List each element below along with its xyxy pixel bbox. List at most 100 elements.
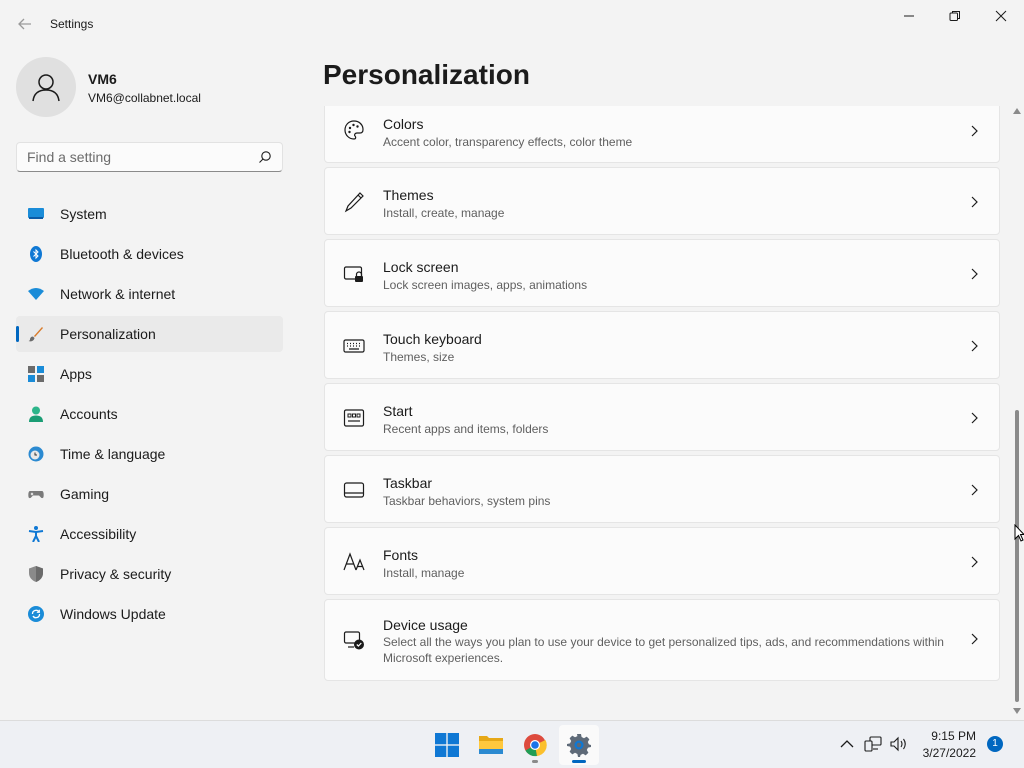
chevron-up-icon[interactable] — [838, 736, 856, 752]
search-box[interactable] — [16, 142, 283, 172]
restore-button[interactable] — [932, 0, 978, 32]
search-input[interactable] — [27, 149, 247, 165]
sidebar-item-label: Accounts — [60, 406, 118, 422]
setting-colors[interactable]: Colors Accent color, transparency effect… — [324, 106, 1000, 163]
sidebar-item-label: Network & internet — [60, 286, 176, 302]
back-arrow-icon[interactable] — [16, 14, 34, 34]
page-title: Personalization — [323, 59, 530, 90]
setting-start[interactable]: Start Recent apps and items, folders — [324, 383, 1000, 451]
windows-start-icon — [435, 733, 459, 757]
setting-title: Taskbar — [383, 475, 433, 491]
wifi-icon — [28, 286, 44, 302]
chevron-right-icon — [971, 633, 978, 645]
chrome-icon — [524, 734, 547, 757]
network-icon[interactable] — [864, 736, 882, 752]
close-button[interactable] — [978, 0, 1024, 32]
setting-title: Touch keyboard — [383, 331, 482, 347]
settings-list: Colors Accent color, transparency effect… — [324, 106, 1000, 720]
setting-lock-screen[interactable]: Lock screen Lock screen images, apps, an… — [324, 239, 1000, 307]
lock-screen-icon — [343, 266, 363, 282]
setting-description: Lock screen images, apps, animations — [383, 278, 588, 292]
notification-badge[interactable]: 1 — [987, 736, 1003, 752]
sidebar-item-accessibility[interactable]: Accessibility — [16, 516, 283, 552]
minimize-button[interactable] — [886, 0, 932, 32]
active-indicator — [572, 760, 586, 763]
settings-gear-icon — [567, 734, 591, 757]
sidebar-nav: System Bluetooth & devices Network & int… — [16, 196, 283, 636]
profile-name: VM6 — [88, 71, 117, 87]
sidebar-item-bluetooth[interactable]: Bluetooth & devices — [16, 236, 283, 272]
sidebar-item-personalization[interactable]: Personalization — [16, 316, 283, 352]
setting-description: Accent color, transparency effects, colo… — [383, 135, 633, 149]
clock-globe-icon — [28, 446, 44, 462]
setting-touch-keyboard[interactable]: Touch keyboard Themes, size — [324, 311, 1000, 379]
running-indicator — [532, 760, 538, 763]
setting-description: Install, manage — [383, 566, 465, 580]
title-bar: Settings — [0, 0, 1024, 48]
chevron-right-icon — [971, 268, 978, 280]
scroll-thumb[interactable] — [1015, 410, 1019, 702]
sidebar-item-system[interactable]: System — [16, 196, 283, 232]
gamepad-icon — [28, 486, 44, 502]
chevron-right-icon — [971, 412, 978, 424]
chevron-right-icon — [971, 556, 978, 568]
device-usage-icon — [343, 631, 364, 650]
sidebar-item-label: System — [60, 206, 107, 222]
setting-fonts[interactable]: Fonts Install, manage — [324, 527, 1000, 595]
setting-title: Start — [383, 403, 413, 419]
file-explorer-icon — [479, 736, 503, 754]
sidebar-item-label: Bluetooth & devices — [60, 246, 184, 262]
brush-icon — [28, 326, 44, 342]
taskbar-file-explorer[interactable] — [471, 725, 511, 765]
palette-icon — [344, 120, 364, 140]
taskbar-chrome[interactable] — [515, 725, 555, 765]
setting-device-usage[interactable]: Device usage Select all the ways you pla… — [324, 599, 1000, 681]
sidebar-item-label: Privacy & security — [60, 566, 172, 582]
sidebar-item-accounts[interactable]: Accounts — [16, 396, 283, 432]
setting-title: Fonts — [383, 547, 419, 563]
avatar[interactable] — [16, 57, 76, 117]
setting-title: Themes — [383, 187, 434, 203]
sidebar-item-label: Accessibility — [60, 526, 137, 542]
sidebar-item-privacy[interactable]: Privacy & security — [16, 556, 283, 592]
sidebar-item-gaming[interactable]: Gaming — [16, 476, 283, 512]
fonts-icon — [343, 552, 365, 571]
user-icon — [32, 74, 60, 102]
sidebar-item-windows-update[interactable]: Windows Update — [16, 596, 283, 632]
chevron-right-icon — [971, 196, 978, 208]
clock-date: 3/27/2022 — [922, 746, 976, 760]
setting-taskbar[interactable]: Taskbar Taskbar behaviors, system pins — [324, 455, 1000, 523]
sidebar-item-label: Apps — [60, 366, 92, 382]
setting-description: Install, create, manage — [383, 206, 505, 220]
taskbar-start[interactable] — [427, 725, 467, 765]
update-icon — [28, 606, 44, 622]
scroll-down-icon[interactable] — [1013, 708, 1021, 714]
sidebar-item-label: Personalization — [60, 326, 156, 342]
setting-title: Colors — [383, 116, 424, 132]
setting-description: Recent apps and items, folders — [383, 422, 549, 436]
taskbar-settings[interactable] — [559, 725, 599, 765]
setting-themes[interactable]: Themes Install, create, manage — [324, 167, 1000, 235]
setting-description: Select all the ways you plan to use your… — [383, 635, 944, 665]
setting-description: Taskbar behaviors, system pins — [383, 494, 551, 508]
shield-icon — [28, 566, 44, 582]
clock-time: 9:15 PM — [931, 729, 976, 743]
sidebar-item-label: Time & language — [60, 446, 166, 462]
sidebar-item-label: Windows Update — [60, 606, 166, 622]
vertical-scrollbar[interactable] — [1012, 106, 1022, 718]
start-icon — [343, 409, 365, 427]
bluetooth-icon — [28, 246, 44, 262]
chevron-right-icon — [971, 125, 978, 137]
scroll-up-icon[interactable] — [1013, 108, 1021, 114]
accessibility-icon — [28, 526, 44, 543]
keyboard-icon — [343, 339, 365, 353]
apps-icon — [28, 366, 44, 382]
system-icon — [28, 206, 44, 222]
setting-title: Device usage — [383, 617, 468, 633]
mouse-cursor-icon — [1014, 524, 1024, 542]
setting-description: Themes, size — [383, 350, 455, 364]
sidebar-item-network[interactable]: Network & internet — [16, 276, 283, 312]
sidebar-item-apps[interactable]: Apps — [16, 356, 283, 392]
search-icon[interactable] — [258, 150, 272, 164]
sidebar-item-time-language[interactable]: Time & language — [16, 436, 283, 472]
